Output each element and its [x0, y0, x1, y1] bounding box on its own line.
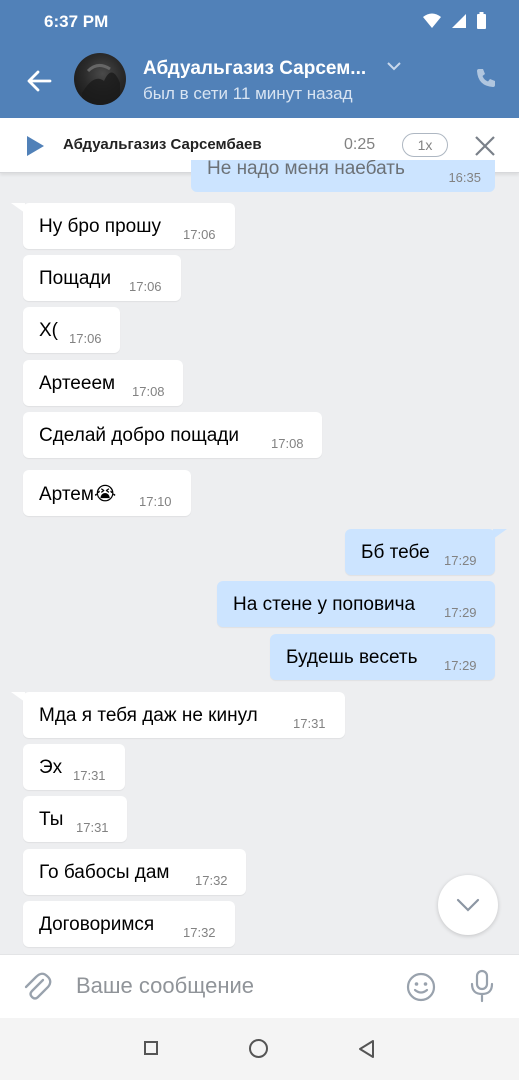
message-time: 17:08	[132, 384, 165, 399]
bubble-tail	[493, 529, 507, 539]
message-bubble-incoming[interactable]: Х( 17:06	[23, 307, 120, 353]
avatar[interactable]	[74, 53, 126, 105]
home-button[interactable]	[249, 1039, 268, 1058]
recent-apps-button[interactable]	[144, 1041, 158, 1055]
message-bubble-incoming[interactable]: Эх 17:31	[23, 744, 125, 790]
message-time: 16:35	[448, 170, 481, 185]
chevron-down-icon[interactable]	[386, 60, 402, 72]
message-bubble-incoming[interactable]: Пощади 17:06	[23, 255, 181, 301]
battery-icon	[477, 12, 486, 29]
message-bubble-incoming[interactable]: Артееем 17:08	[23, 360, 183, 406]
phone-icon[interactable]	[474, 66, 498, 90]
avatar-photo-icon	[82, 64, 120, 105]
message-time: 17:32	[195, 873, 228, 888]
message-text: Го бабосы дам	[39, 862, 170, 883]
bubble-tail	[11, 692, 25, 702]
message-bubble-incoming[interactable]: Артем😭 17:10	[23, 470, 191, 516]
play-icon[interactable]	[24, 135, 46, 157]
smile-icon[interactable]	[406, 972, 436, 1002]
message-time: 17:29	[444, 605, 477, 620]
message-bubble-incoming[interactable]: Мда я тебя даж не кинул 17:31	[23, 692, 345, 738]
message-text: Эх	[39, 757, 63, 778]
arrow-left-icon	[27, 70, 52, 92]
last-seen-status: был в сети 11 минут назад	[143, 84, 353, 103]
message-text: Будешь весеть	[286, 647, 418, 668]
message-composer: Ваше сообщение	[0, 954, 519, 1019]
back-button[interactable]	[22, 64, 56, 98]
message-time: 17:06	[183, 227, 216, 242]
message-text: Пощади	[39, 268, 112, 289]
back-triangle-icon[interactable]	[357, 1039, 375, 1059]
message-bubble-incoming[interactable]: Договоримся 17:32	[23, 901, 235, 947]
message-bubble-outgoing[interactable]: Будешь весеть 17:29	[270, 634, 495, 680]
system-nav-bar	[0, 1018, 519, 1080]
message-bubble-incoming[interactable]: Ты 17:31	[23, 796, 127, 842]
message-text: Сделай добро пощади	[39, 425, 239, 446]
chat-header: 6:37 PM Абдуальгазиз Сарсем... был в сет…	[0, 0, 519, 118]
bubble-tail	[11, 203, 25, 213]
message-time: 17:32	[183, 925, 216, 940]
message-time: 17:29	[444, 553, 477, 568]
message-text: Договоримся	[39, 914, 155, 935]
message-time: 17:29	[444, 658, 477, 673]
close-icon[interactable]	[474, 135, 496, 157]
message-bubble-incoming[interactable]: Сделай добро пощади 17:08	[23, 412, 322, 458]
signal-icon	[452, 14, 466, 28]
chat-title[interactable]: Абдуальгазиз Сарсем...	[143, 58, 366, 80]
message-text: На стене у поповича	[233, 594, 416, 615]
message-text: Артееем	[39, 373, 116, 394]
message-time: 17:08	[271, 436, 304, 451]
message-time: 17:31	[76, 820, 109, 835]
status-time: 6:37 PM	[44, 12, 109, 31]
message-text: Не надо меня наебать	[207, 160, 405, 179]
message-text: Артем😭	[39, 484, 117, 505]
message-bubble-outgoing[interactable]: На стене у поповича 17:29	[217, 581, 495, 627]
player-title: Абдуальгазиз Сарсембаев	[63, 136, 262, 153]
status-icons	[422, 12, 487, 30]
message-text: Мда я тебя даж не кинул	[39, 705, 258, 726]
message-time: 17:06	[129, 279, 162, 294]
message-text: Ты	[39, 809, 64, 830]
message-bubble-outgoing[interactable]: Бб тебе 17:29	[345, 529, 495, 575]
message-time: 17:31	[73, 768, 106, 783]
wifi-icon	[423, 13, 441, 28]
playback-speed-button[interactable]: 1x	[402, 133, 448, 157]
chevron-down-icon	[456, 898, 480, 912]
message-input[interactable]: Ваше сообщение	[76, 973, 254, 999]
scroll-down-button[interactable]	[438, 875, 498, 935]
message-text: Ну бро прошу	[39, 216, 161, 237]
status-bar: 6:37 PM	[0, 0, 519, 44]
message-time: 17:10	[139, 494, 172, 509]
player-duration: 0:25	[344, 136, 376, 153]
microphone-icon[interactable]	[468, 969, 496, 1003]
message-bubble-outgoing[interactable]: Не надо меня наебать 16:35	[191, 160, 495, 192]
message-text: Бб тебе	[361, 542, 430, 563]
message-bubble-incoming[interactable]: Ну бро прошу 17:06	[23, 203, 235, 249]
paperclip-icon[interactable]	[22, 971, 52, 1003]
message-text: Х(	[39, 320, 58, 341]
message-bubble-incoming[interactable]: Го бабосы дам 17:32	[23, 849, 246, 895]
message-time: 17:06	[69, 331, 102, 346]
message-time: 17:31	[293, 716, 326, 731]
